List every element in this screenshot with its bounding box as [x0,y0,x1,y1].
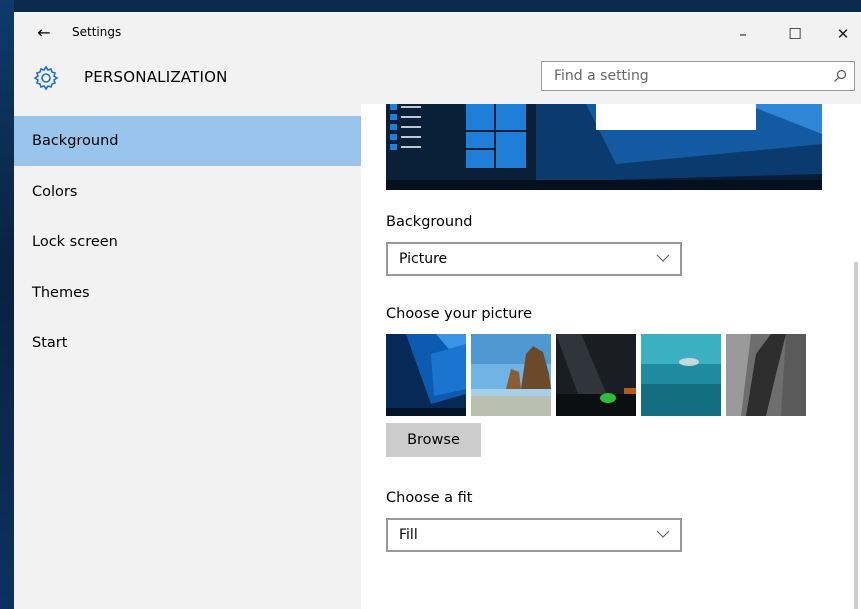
sidebar-item-start[interactable]: Start [14,318,361,368]
picture-thumbnail[interactable] [726,334,806,416]
minimize-button[interactable]: – [720,18,766,50]
background-label: Background [386,214,473,230]
chevron-down-icon [656,530,670,538]
picture-thumbnail[interactable] [386,334,466,416]
page-header: PERSONALIZATION [14,56,861,104]
sidebar-item-colors[interactable]: Colors [14,167,361,217]
fit-dropdown[interactable]: Fill [386,518,682,552]
back-arrow-icon: ← [37,23,51,42]
desktop-background-left [0,0,14,609]
picture-thumbnail[interactable] [556,334,636,416]
desktop-background-top [0,0,861,12]
browse-button[interactable]: Browse [386,423,481,457]
background-preview [386,104,822,190]
main-content: Background Picture Choose your picture B… [361,104,861,609]
picture-thumbnail[interactable] [641,334,721,416]
sidebar-item-background[interactable]: Background [14,116,361,166]
choose-picture-label: Choose your picture [386,306,532,322]
window-title: Settings [72,25,122,39]
close-button[interactable]: ✕ [820,18,861,50]
chevron-down-icon [656,254,670,262]
sidebar-item-themes[interactable]: Themes [14,268,361,318]
gear-icon [33,65,59,91]
picture-thumbnail[interactable] [471,334,551,416]
choose-fit-label: Choose a fit [386,490,473,506]
background-dropdown[interactable]: Picture [386,242,682,276]
maximize-button[interactable]: ☐ [772,18,818,50]
picture-thumbnails [386,334,806,416]
sidebar: Background Colors Lock screen Themes Sta… [14,104,361,609]
search-input[interactable] [542,62,824,90]
settings-window: ← Settings – ☐ ✕ PERSONALIZATION Backgro… [14,12,861,609]
search-icon[interactable] [832,68,848,84]
sidebar-item-lock-screen[interactable]: Lock screen [14,217,361,267]
title-bar: ← Settings – ☐ ✕ [14,12,861,56]
fit-dropdown-value: Fill [399,527,418,543]
back-button[interactable]: ← [32,22,56,44]
scrollbar[interactable] [854,262,858,609]
search-box[interactable] [541,61,855,91]
page-title: PERSONALIZATION [84,68,228,86]
background-dropdown-value: Picture [399,251,448,267]
